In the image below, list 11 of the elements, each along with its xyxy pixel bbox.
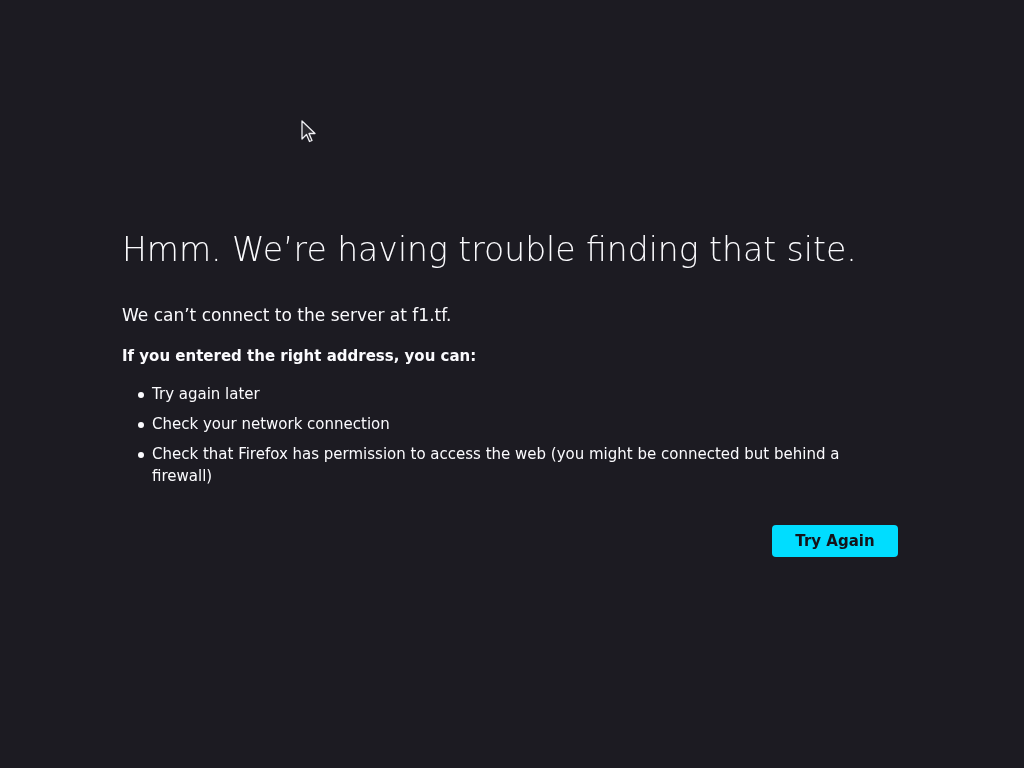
advice-item: Check your network connection (152, 414, 390, 435)
try-again-button[interactable]: Try Again (772, 525, 898, 557)
bullet-icon (138, 422, 144, 428)
advice-heading: If you entered the right address, you can: (122, 346, 477, 367)
advice-item: Try again later (152, 384, 260, 405)
mouse-cursor-icon (301, 120, 317, 143)
bullet-icon (138, 452, 144, 458)
error-message: We can’t connect to the server at f1.tf. (122, 304, 452, 327)
advice-item: Check that Firefox has permission to access the web (you might be connected but behind a firewall) (152, 444, 841, 487)
error-title: Hmm. We’re having trouble finding that site. (122, 229, 857, 271)
bullet-icon (138, 392, 144, 398)
